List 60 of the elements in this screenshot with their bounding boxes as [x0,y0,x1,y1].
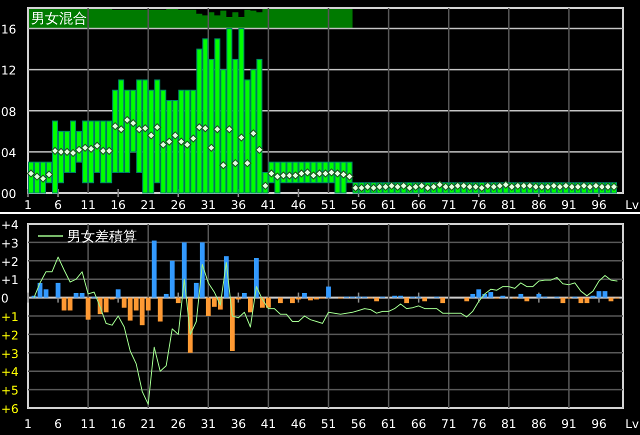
axis-tick-label: 12 [1,64,16,78]
axis-tick-label: 1 [24,198,32,210]
axis-tick-label: 26 [170,417,186,431]
axis-tick-label: 71 [441,417,456,431]
axis-tick-label: 71 [441,198,456,210]
axis-tick-label: 11 [80,417,96,431]
axis-tick-label: 56 [350,417,366,431]
axis-tick-label: +3 [1,346,19,361]
axis-tick-label: +4 [1,218,19,232]
axis-tick-label: 41 [260,198,276,210]
axis-tick-label: 86 [531,417,546,431]
axis-label: Lv [625,417,639,431]
axis-tick-label: 41 [260,417,276,431]
axis-tick-label: 16 [110,417,126,431]
axis-tick-label: 61 [380,198,396,210]
axis-tick-label: +3 [1,236,19,250]
axis-tick-label: 46 [290,198,306,210]
axis-tick-label: 46 [290,417,306,431]
axis-tick-label: +5 [1,384,19,398]
axis-tick-label: 96 [591,198,607,210]
axis-tick-label: 36 [230,417,246,431]
axis-tick-label: 26 [170,198,186,210]
axis-tick-label: 16 [1,22,16,37]
chart-title: 男女混合 [31,11,87,27]
axis-tick-label: 11 [80,198,96,210]
axis-tick-label: +2 [1,328,19,342]
axis-tick-label: 04 [1,146,16,160]
axis-tick-label: 96 [591,417,607,431]
axis-tick-label: 21 [140,417,156,431]
axis-tick-label: 16 [110,198,126,210]
axis-tick-label: 56 [350,198,366,210]
axis-tick-label: 0 [1,292,9,306]
axis-tick-label: 31 [200,198,216,210]
axis-tick-label: 81 [501,417,516,431]
axis-tick-label: 81 [501,198,516,210]
axis-tick-label: +2 [1,254,19,269]
axis-tick-label: 36 [230,198,246,210]
axis-tick-label: 91 [561,417,577,431]
axis-tick-label: 51 [320,198,336,210]
axis-tick-label: +1 [1,273,19,288]
axis-tick-label: 61 [380,417,396,431]
axis-tick-label: 66 [411,198,426,210]
axis-tick-label: 91 [561,198,577,210]
axis-tick-label: +1 [1,310,19,324]
axis-tick-label: 86 [531,198,546,210]
axis-label: Lv [625,198,639,210]
axis-tick-label: 51 [320,417,336,431]
axis-tick-label: 66 [411,417,426,431]
axis-tick-label: 6 [54,198,62,210]
axis-tick-label: 31 [200,417,216,431]
axis-tick-label: 76 [471,417,486,431]
axis-tick-label: 76 [471,198,486,210]
axis-tick-label: 00 [1,187,16,201]
axis-tick-label: +6 [1,402,19,416]
legend-label: 男女差積算 [67,229,137,245]
axis-tick-label: 6 [54,417,62,431]
axis-tick-label: 1 [24,417,32,431]
axis-tick-label: 08 [1,104,16,119]
axis-tick-label: +4 [1,365,19,380]
axis-tick-label: 21 [140,198,156,210]
